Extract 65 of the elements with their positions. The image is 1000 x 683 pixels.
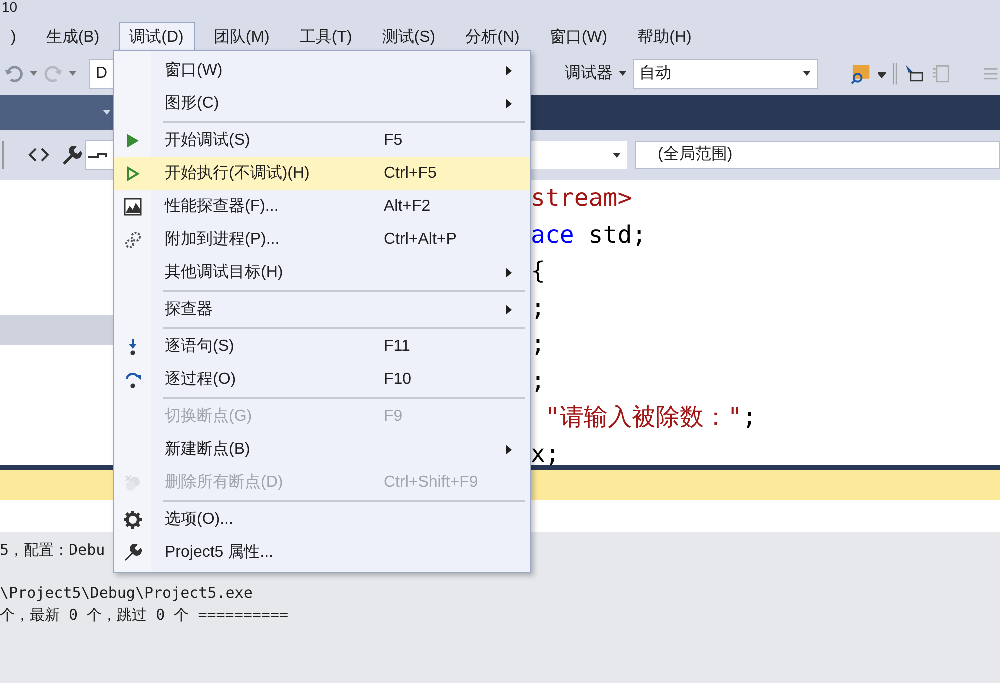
menu-item[interactable]: 性能探查器(F)... Alt+F2 — [114, 190, 530, 223]
menu-item[interactable]: 探查器 — [114, 293, 530, 326]
settings-icon — [124, 510, 142, 528]
shortcut-text: Ctrl+F5 — [384, 164, 437, 184]
menu-item[interactable]: 团队(M) — [202, 22, 281, 52]
grip-icon — [0, 140, 6, 170]
code-line: { — [531, 256, 546, 287]
menu-item[interactable]: 窗口(W) — [114, 54, 530, 87]
code-line: x; — [531, 438, 561, 470]
menu-item[interactable]: 调试(D) — [118, 22, 195, 52]
menu-item[interactable]: 生成(B) — [35, 22, 111, 52]
caret-icon[interactable] — [618, 71, 627, 76]
menu-item[interactable]: 图形(C) — [114, 87, 530, 120]
menu-item[interactable]: 逐过程(O) F10 — [114, 363, 530, 396]
caret-icon — [613, 152, 621, 158]
code-icon[interactable] — [28, 147, 50, 163]
menu-item[interactable]: Project5 属性... — [114, 536, 530, 569]
menu-item[interactable]: 工具(T) — [288, 22, 364, 52]
dropdown-field[interactable] — [85, 140, 115, 170]
menu-item[interactable]: 测试(S) — [371, 22, 447, 52]
shortcut-text: F10 — [384, 370, 412, 390]
output-line: 个，最新 0 个，跳过 0 个 ========== — [0, 604, 289, 626]
code-line: stream> — [531, 183, 634, 214]
caret-icon — [803, 71, 812, 76]
scope-combo[interactable]: (全局范围) — [635, 141, 1000, 169]
combo-value: 自动 — [640, 64, 672, 84]
dash-icon — [86, 150, 108, 160]
menu-item[interactable]: 选项(O)... — [114, 503, 530, 536]
menu-item[interactable]: 开始调试(S) F5 — [114, 124, 530, 157]
target-combo[interactable]: 自动 — [632, 58, 818, 88]
debugger-label[interactable]: 调试器 — [564, 62, 613, 86]
menu-item[interactable]: 新建断点(B) — [114, 433, 530, 466]
menu-item[interactable]: 开始执行(不调试)(H) Ctrl+F5 — [114, 157, 530, 190]
code-line: "请输入被除数："; — [544, 402, 758, 433]
shortcut-text: Ctrl+Alt+P — [384, 230, 457, 250]
menu-item[interactable]: 分析(N) — [454, 22, 531, 52]
caret-icon[interactable] — [878, 70, 886, 78]
output-line: 5，配置：Debu — [0, 540, 106, 561]
wrench-icon — [124, 544, 142, 562]
gears-icon — [124, 230, 142, 248]
folder-search-icon[interactable] — [850, 62, 872, 84]
shortcut-text: Alt+F2 — [384, 196, 431, 216]
caret-icon[interactable] — [103, 110, 111, 115]
code-line: ; — [531, 292, 546, 324]
code-line: ; — [531, 329, 546, 360]
grip-icon — [892, 62, 898, 86]
shortcut-text: Ctrl+Shift+F9 — [384, 472, 478, 492]
menu-item[interactable]: 其他调试目标(H) — [114, 256, 530, 289]
code-line: ace std; — [531, 220, 648, 250]
menu-item[interactable]: 帮助(H) — [626, 22, 703, 52]
undo-icon[interactable] — [4, 64, 24, 84]
breakpoints-icon — [124, 474, 142, 492]
step-over-icon — [124, 370, 142, 388]
output-line: \Project5\Debug\Project5.exe — [0, 583, 253, 604]
code-line: ; — [531, 366, 546, 396]
window-title: 10 — [1, 0, 19, 17]
menu-item[interactable]: 逐语句(S) F11 — [114, 330, 530, 363]
shortcut-text: F5 — [384, 130, 403, 150]
chart-icon — [124, 198, 142, 216]
menu-item[interactable]: ) — [0, 22, 28, 52]
shortcut-text: F9 — [384, 406, 403, 426]
menu-item[interactable]: 附加到进程(P)... Ctrl+Alt+P — [114, 223, 530, 256]
pointer-list-icon[interactable] — [903, 62, 926, 84]
menu-item[interactable]: 窗口(W) — [538, 22, 619, 52]
shortcut-text: F11 — [384, 336, 410, 356]
